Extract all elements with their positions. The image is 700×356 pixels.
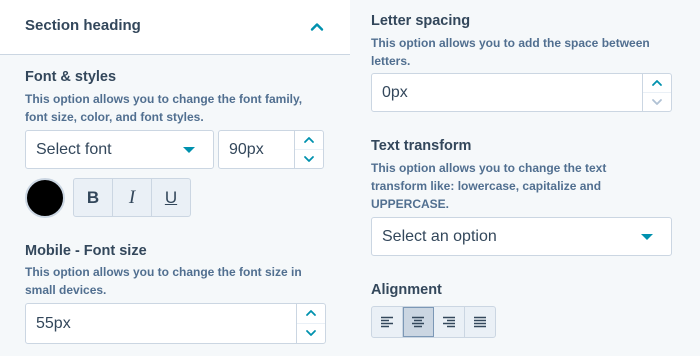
decrement-chevron-down-icon[interactable] bbox=[295, 150, 323, 169]
letter-spacing-stepper-controls bbox=[642, 74, 671, 111]
align-left-icon bbox=[381, 316, 393, 328]
text-transform-help: This option allows you to change the tex… bbox=[371, 161, 607, 211]
italic-button[interactable]: I bbox=[113, 179, 152, 216]
caret-down-icon bbox=[183, 146, 195, 153]
align-left-button[interactable] bbox=[372, 307, 403, 337]
align-right-icon bbox=[443, 316, 455, 328]
letter-spacing-stepper[interactable]: 0px bbox=[371, 73, 672, 112]
mobile-font-size-stepper[interactable]: 55px bbox=[25, 303, 326, 344]
increment-chevron-up-icon[interactable] bbox=[297, 304, 325, 324]
font-color-picker[interactable] bbox=[25, 178, 65, 218]
decrement-chevron-down-icon[interactable] bbox=[297, 324, 325, 344]
mobile-font-size-label: Mobile - Font size bbox=[25, 243, 147, 259]
font-size-value: 90px bbox=[229, 140, 264, 158]
font-style-button-group: B I U bbox=[73, 178, 191, 217]
letter-spacing-label: Letter spacing bbox=[371, 13, 471, 29]
align-justify-button[interactable] bbox=[465, 307, 495, 337]
align-right-button[interactable] bbox=[434, 307, 465, 337]
text-transform-select-value: Select an option bbox=[382, 227, 497, 245]
align-center-button[interactable] bbox=[403, 307, 434, 337]
mobile-font-size-stepper-controls bbox=[296, 304, 325, 343]
mobile-font-size-value: 55px bbox=[36, 314, 71, 332]
increment-chevron-up-icon[interactable] bbox=[643, 74, 671, 93]
bold-button[interactable]: B bbox=[74, 179, 113, 216]
letter-spacing-help: This option allows you to add the space … bbox=[371, 36, 650, 68]
font-styles-label: Font & styles bbox=[25, 69, 117, 85]
caret-down-icon bbox=[641, 233, 653, 240]
font-styles-help: This option allows you to change the fon… bbox=[25, 92, 303, 124]
left-column: Section heading Font & styles This optio… bbox=[0, 0, 350, 356]
align-justify-icon bbox=[474, 316, 486, 328]
letter-spacing-value: 0px bbox=[382, 83, 408, 101]
increment-chevron-up-icon[interactable] bbox=[295, 131, 323, 150]
section-heading-title: Section heading bbox=[25, 17, 141, 34]
text-transform-label: Text transform bbox=[371, 138, 472, 154]
alignment-label: Alignment bbox=[371, 282, 442, 298]
decrement-chevron-down-icon[interactable] bbox=[643, 93, 671, 112]
alignment-button-group bbox=[371, 306, 496, 338]
font-size-stepper[interactable]: 90px bbox=[218, 130, 324, 169]
chevron-up-icon[interactable] bbox=[308, 18, 326, 36]
font-family-select-value: Select font bbox=[36, 140, 112, 158]
text-transform-select[interactable]: Select an option bbox=[371, 217, 672, 256]
mobile-font-size-help: This option allows you to change the fon… bbox=[25, 265, 302, 297]
font-family-select[interactable]: Select font bbox=[25, 130, 214, 169]
underline-button[interactable]: U bbox=[152, 179, 190, 216]
align-center-icon bbox=[412, 316, 424, 328]
section-header[interactable]: Section heading bbox=[0, 0, 350, 55]
font-size-stepper-controls bbox=[294, 131, 323, 168]
